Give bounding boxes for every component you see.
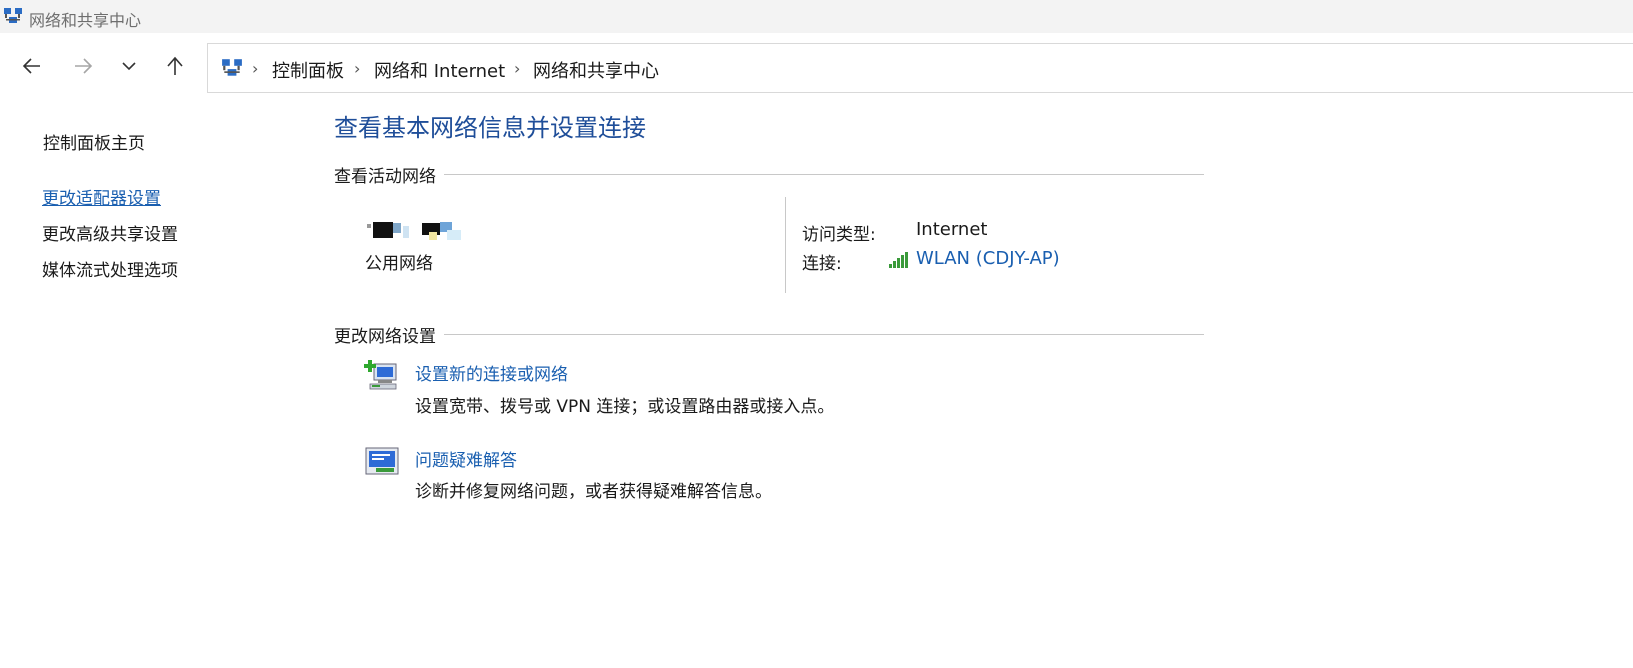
setup-new-connection-link[interactable]: 设置新的连接或网络	[415, 360, 568, 385]
arrow-right-icon	[75, 58, 93, 74]
network-divider	[785, 197, 786, 293]
back-button[interactable]	[17, 51, 47, 81]
network-name-redacted	[367, 222, 461, 240]
network-center-icon	[222, 59, 242, 76]
up-button[interactable]	[160, 51, 190, 81]
sidebar-media-streaming-options[interactable]: 媒体流式处理选项	[42, 256, 178, 281]
wifi-signal-icon	[889, 252, 908, 268]
address-bar[interactable]: › 控制面板 › 网络和 Internet › 网络和共享中心	[207, 43, 1633, 93]
connection-wlan-link[interactable]: WLAN (CDJY-AP)	[916, 248, 1060, 269]
new-connection-icon	[364, 360, 397, 390]
troubleshoot-icon	[365, 447, 399, 475]
breadcrumb-separator[interactable]: ›	[514, 59, 520, 78]
change-settings-header: 更改网络设置	[334, 322, 1204, 347]
breadcrumb-separator[interactable]: ›	[354, 59, 360, 78]
breadcrumb-network-sharing-center[interactable]: 网络和共享中心	[533, 57, 659, 83]
sidebar-change-adapter-settings[interactable]: 更改适配器设置	[42, 184, 161, 209]
sidebar-change-advanced-sharing[interactable]: 更改高级共享设置	[42, 220, 178, 245]
recent-locations-button[interactable]	[114, 51, 144, 81]
access-type-value: Internet	[916, 219, 988, 240]
network-center-icon	[4, 8, 22, 23]
sidebar-control-panel-home[interactable]: 控制面板主页	[43, 129, 145, 154]
troubleshoot-link[interactable]: 问题疑难解答	[415, 446, 517, 471]
breadcrumb-network-internet[interactable]: 网络和 Internet	[374, 57, 505, 83]
section-divider	[334, 334, 1204, 335]
navigation-bar: › 控制面板 › 网络和 Internet › 网络和共享中心	[0, 33, 1633, 99]
connection-label: 连接:	[802, 254, 842, 274]
breadcrumb-control-panel[interactable]: 控制面板	[272, 57, 344, 83]
window-title: 网络和共享中心	[29, 11, 142, 30]
forward-button[interactable]	[68, 51, 98, 81]
troubleshoot-description: 诊断并修复网络问题，或者获得疑难解答信息。	[415, 482, 772, 502]
arrow-up-icon	[167, 56, 183, 75]
page-title: 查看基本网络信息并设置连接	[334, 114, 646, 142]
network-type: 公用网络	[365, 254, 433, 274]
breadcrumb-separator[interactable]: ›	[252, 59, 258, 78]
chevron-down-icon	[122, 62, 136, 71]
arrow-left-icon	[22, 58, 40, 74]
active-networks-header: 查看活动网络	[334, 162, 1204, 187]
section-divider	[334, 174, 1204, 175]
access-type-label: 访问类型:	[802, 225, 876, 245]
section-label: 更改网络设置	[334, 322, 444, 347]
section-label: 查看活动网络	[334, 162, 444, 187]
setup-new-connection-description: 设置宽带、拨号或 VPN 连接；或设置路由器或接入点。	[415, 397, 835, 417]
title-bar: 网络和共享中心	[0, 0, 1633, 33]
